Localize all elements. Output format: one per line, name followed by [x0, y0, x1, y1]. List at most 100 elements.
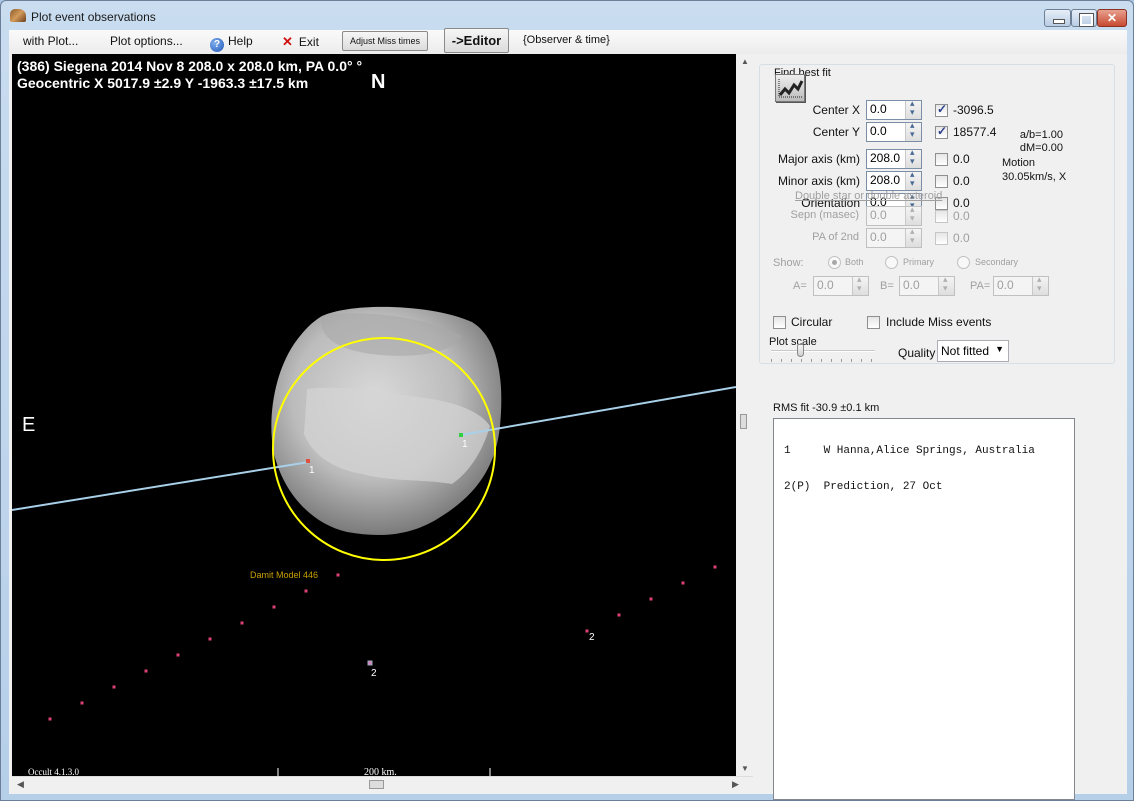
menu-exit[interactable]: ✕ Exit: [282, 34, 319, 50]
maximize-icon: [1072, 10, 1096, 27]
fit-field-checkbox[interactable]: [935, 124, 948, 139]
find-best-fit-button[interactable]: [775, 74, 805, 102]
chart-icon: [778, 79, 804, 98]
fit-field-checkbox[interactable]: [935, 175, 948, 188]
pa-spinner[interactable]: [1032, 274, 1048, 295]
observations-list[interactable]: 1 W Hanna,Alice Springs, Australia 2(P) …: [773, 418, 1075, 800]
scroll-left-icon[interactable]: ◀: [17, 779, 24, 790]
fit-field-spinner[interactable]: [905, 169, 921, 190]
pa2-spinner[interactable]: [905, 226, 921, 247]
prediction-dot: [336, 573, 340, 577]
fit-field-input[interactable]: 0.0: [866, 120, 922, 142]
reappear-marker[interactable]: [459, 433, 463, 437]
prediction-dot: [80, 701, 84, 705]
prediction-marker[interactable]: [367, 660, 373, 666]
fit-field-checkbox[interactable]: [935, 153, 948, 166]
circular-checkbox[interactable]: [773, 316, 786, 329]
prediction-dot: [713, 565, 717, 569]
list-item[interactable]: 2(P) Prediction, 27 Oct: [784, 481, 1074, 493]
include-miss-label: Include Miss events: [886, 315, 992, 329]
asteroid-model: [271, 306, 502, 535]
sepn-input[interactable]: 0.0: [866, 204, 922, 226]
title-bar: Plot event observations ✕: [1, 1, 1133, 31]
radio-primary[interactable]: [885, 256, 898, 269]
fit-field-result: 0.0: [953, 196, 970, 210]
vertical-scrollbar[interactable]: ▲ ▼: [736, 54, 753, 776]
double-star-link[interactable]: Double star or double asteroid: [795, 190, 942, 202]
radio-primary-label: Primary: [903, 257, 934, 267]
prediction-dot: [649, 597, 653, 601]
fit-field-result: 0.0: [953, 174, 970, 188]
quality-dropdown[interactable]: Not fitted ▼: [937, 340, 1009, 362]
dm-value: dM=0.00: [1019, 142, 1063, 154]
menu-observer-time[interactable]: {Observer & time}: [523, 34, 610, 46]
fit-field-input[interactable]: 208.0: [866, 169, 922, 191]
plot-scale-slider[interactable]: [797, 344, 804, 357]
pa2-label: PA of 2nd: [812, 231, 859, 243]
fit-field-result: -3096.5: [953, 103, 994, 117]
plot-scale-track[interactable]: [771, 350, 875, 352]
a-spinner[interactable]: [852, 274, 868, 295]
plot-canvas[interactable]: 1 1 2 2 Damit Model 446 200 km. Occult 4…: [12, 54, 736, 776]
app-window: Plot event observations ✕ with Plot... P…: [0, 0, 1134, 801]
scroll-right-icon[interactable]: ▶: [732, 779, 739, 790]
pa-input[interactable]: 0.0: [993, 274, 1049, 296]
list-item[interactable]: 1 W Hanna,Alice Springs, Australia: [784, 445, 1074, 457]
a-input[interactable]: 0.0: [813, 274, 869, 296]
prediction-dot: [208, 637, 212, 641]
menu-with-plot[interactable]: with Plot...: [23, 34, 78, 48]
pa2-input[interactable]: 0.0: [866, 226, 922, 248]
exit-label: Exit: [298, 35, 319, 49]
app-icon: [10, 9, 26, 22]
b-input[interactable]: 0.0: [899, 274, 955, 296]
plot-scale-label: Plot scale: [769, 336, 817, 348]
fit-field-spinner[interactable]: [905, 147, 921, 168]
pa2-checkbox[interactable]: [935, 232, 948, 245]
scroll-down-icon[interactable]: ▼: [741, 764, 749, 773]
close-button[interactable]: ✕: [1097, 9, 1127, 27]
sepn-checkbox[interactable]: [935, 210, 948, 223]
minimize-icon: [1045, 10, 1070, 26]
motion-label: Motion: [1002, 157, 1036, 169]
adjust-miss-times-button[interactable]: Adjust Miss times: [342, 31, 428, 51]
horizontal-scrollbar[interactable]: ◀ ▶: [12, 776, 753, 793]
prediction-dot: [617, 613, 621, 617]
menu-plot-options[interactable]: Plot options...: [110, 34, 183, 48]
chord-line: [460, 386, 736, 436]
fit-field-input[interactable]: 0.0: [866, 98, 922, 120]
chord-line: [12, 461, 310, 511]
maximize-button[interactable]: [1071, 9, 1097, 27]
sepn-label: Sepn (masec): [790, 209, 859, 221]
prediction-dot: [144, 669, 148, 673]
b-spinner[interactable]: [938, 274, 954, 295]
rms-fit: RMS fit -30.9 ±0.1 km: [773, 402, 880, 414]
fit-field-label: Center X: [812, 103, 860, 117]
scroll-thumb[interactable]: [740, 414, 747, 429]
include-miss-checkbox[interactable]: [867, 316, 880, 329]
north-label: N: [371, 71, 386, 93]
close-icon: ✕: [1106, 11, 1118, 25]
scroll-up-icon[interactable]: ▲: [741, 57, 749, 66]
window-title: Plot event observations: [31, 10, 156, 24]
sepn-spinner[interactable]: [905, 204, 921, 225]
fit-field-label: Center Y: [812, 125, 860, 139]
fit-field-checkbox[interactable]: [935, 102, 948, 117]
chord-label: 2: [371, 668, 377, 679]
fit-field-input[interactable]: 208.0: [866, 147, 922, 169]
exit-icon: ✕: [282, 34, 293, 49]
fit-field-result: 18577.4: [953, 125, 997, 139]
show-label: Show:: [773, 257, 804, 269]
disappear-marker[interactable]: [306, 459, 310, 463]
editor-button[interactable]: ->Editor: [444, 28, 509, 53]
fit-panel: Find best fit Center X0.0-3096.5Center Y…: [753, 54, 1127, 800]
fit-field-spinner[interactable]: [905, 98, 921, 119]
menu-help[interactable]: ? Help: [210, 34, 253, 52]
radio-both[interactable]: [828, 256, 841, 269]
chevron-down-icon: ▼: [995, 344, 1004, 354]
fit-field-spinner[interactable]: [905, 120, 921, 141]
b-label: B=: [880, 280, 894, 292]
radio-secondary[interactable]: [957, 256, 970, 269]
chord-label: 1: [309, 465, 315, 476]
minimize-button[interactable]: [1044, 9, 1071, 27]
hscroll-thumb[interactable]: [369, 780, 384, 789]
